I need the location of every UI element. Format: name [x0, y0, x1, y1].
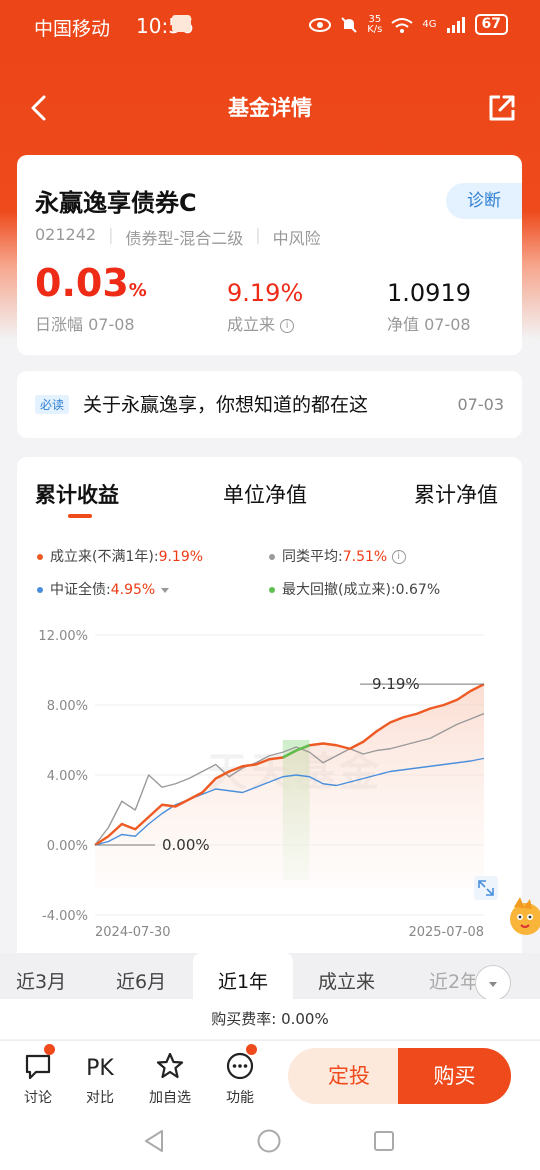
tab-indicator — [68, 514, 92, 518]
star-icon — [156, 1052, 184, 1079]
fund-meta: 021242 | 债券型-混合二级 | 中风险 — [35, 225, 321, 248]
legend-drawdown: 最大回撤(成立来):0.67% — [269, 579, 440, 599]
fund-area — [95, 684, 484, 889]
buy-button[interactable]: 购买 — [398, 1048, 511, 1104]
more-ranges-button[interactable] — [475, 965, 511, 1001]
fund-summary-card: 永赢逸享债券C 诊断 021242 | 债券型-混合二级 | 中风险 0.03%… — [17, 155, 522, 355]
more-dots-icon — [226, 1052, 254, 1080]
functions-badge — [246, 1044, 257, 1055]
nav-recents-icon[interactable] — [373, 1130, 395, 1152]
return-chart[interactable]: 天天基金 12.00%8.00%4.00%0.00%-4.00%9.19%0.0… — [0, 620, 540, 950]
notification-icon — [172, 15, 191, 32]
legend-index[interactable]: 中证全债:4.95% — [37, 579, 170, 599]
y-tick-label: 12.00% — [38, 629, 88, 644]
fund-name: 永赢逸享债券C — [35, 189, 197, 217]
fund-risk: 中风险 — [272, 229, 321, 248]
since-inception-value: 9.19% — [227, 279, 304, 307]
carrier-name: 中国移动 — [34, 18, 111, 40]
range-3m[interactable]: 近3月 — [16, 953, 66, 999]
day-change-value: 0.03% — [35, 261, 147, 305]
y-tick-label: 0.00% — [47, 839, 88, 854]
legend-peer: 同类平均:7.51% i — [269, 546, 406, 566]
x-end-label: 2025-07-08 — [408, 925, 484, 940]
discuss-badge — [44, 1044, 55, 1055]
must-read-badge: 必读 — [35, 395, 70, 414]
notice-card[interactable]: 必读 关于永赢逸享，你想知道的都在这 07-03 — [17, 371, 522, 438]
tab-cumulative-nav[interactable]: 累计净值 — [414, 479, 498, 509]
y-tick-label: 8.00% — [47, 699, 88, 714]
auto-invest-button[interactable]: 定投 — [288, 1048, 410, 1104]
range-2y[interactable]: 近2年 — [429, 953, 475, 999]
nav-back-icon[interactable] — [143, 1129, 165, 1153]
chat-icon — [25, 1054, 51, 1080]
diagnose-button[interactable]: 诊断 — [446, 183, 522, 219]
status-bar: 中国移动 10:56 35 K/s 4G 67 — [0, 0, 540, 52]
notice-text[interactable]: 关于永赢逸享，你想知道的都在这 — [83, 390, 368, 417]
tab-cumulative-return[interactable]: 累计收益 — [35, 479, 119, 509]
x-start-label: 2024-07-30 — [95, 925, 171, 940]
system-nav-bar — [0, 1110, 540, 1170]
range-selector: 近3月 近6月 近1年 成立来 近2年 — [0, 953, 540, 1001]
nav-value: 1.0919 — [387, 279, 471, 307]
compare-button[interactable]: PK 对比 — [75, 1041, 125, 1107]
top-nav: 基金详情 — [0, 80, 540, 136]
notice-date: 07-03 — [457, 395, 505, 414]
dropdown-icon — [161, 587, 170, 593]
end-value-label: 9.19% — [372, 675, 420, 693]
day-change-label: 日涨幅 07-08 — [35, 315, 135, 334]
bottom-action-bar: 讨论 PK 对比 加自选 功能 定投 购买 — [0, 1040, 540, 1110]
discuss-button[interactable]: 讨论 — [13, 1041, 63, 1107]
range-1y[interactable]: 近1年 — [193, 953, 293, 999]
nav-label: 净值 07-08 — [387, 315, 471, 334]
expand-icon[interactable] — [474, 876, 498, 900]
start-value-label: 0.00% — [162, 836, 210, 854]
fund-type: 债券型-混合二级 — [125, 229, 244, 248]
purchase-fee: 购买费率: 0.00% — [0, 999, 540, 1039]
pk-icon: PK — [86, 1056, 114, 1081]
range-since-inception[interactable]: 成立来 — [318, 953, 375, 999]
info-icon[interactable]: i — [391, 550, 406, 564]
network-type: 4G — [422, 19, 437, 30]
mute-bell-icon — [341, 16, 357, 33]
legend-fund: 成立来(不满1年):9.19% — [37, 546, 203, 566]
fund-code: 021242 — [35, 225, 97, 244]
range-6m[interactable]: 近6月 — [116, 953, 166, 999]
functions-button[interactable]: 功能 — [215, 1041, 265, 1107]
nav-home-icon[interactable] — [257, 1129, 281, 1153]
mascot-icon[interactable] — [504, 893, 540, 939]
y-tick-label: 4.00% — [47, 769, 88, 784]
signal-icon — [446, 16, 465, 33]
y-tick-label: -4.00% — [42, 909, 88, 924]
battery-indicator: 67 — [474, 14, 508, 35]
wifi-icon — [391, 17, 414, 33]
tab-unit-nav[interactable]: 单位净值 — [223, 479, 307, 509]
net-speed-unit: K/s — [367, 23, 383, 35]
info-icon[interactable]: i — [280, 318, 295, 333]
add-watchlist-button[interactable]: 加自选 — [145, 1041, 195, 1107]
page-title: 基金详情 — [228, 96, 312, 120]
eye-icon — [309, 17, 332, 32]
share-icon[interactable] — [486, 92, 518, 124]
since-inception-label: 成立来 i — [227, 311, 295, 335]
